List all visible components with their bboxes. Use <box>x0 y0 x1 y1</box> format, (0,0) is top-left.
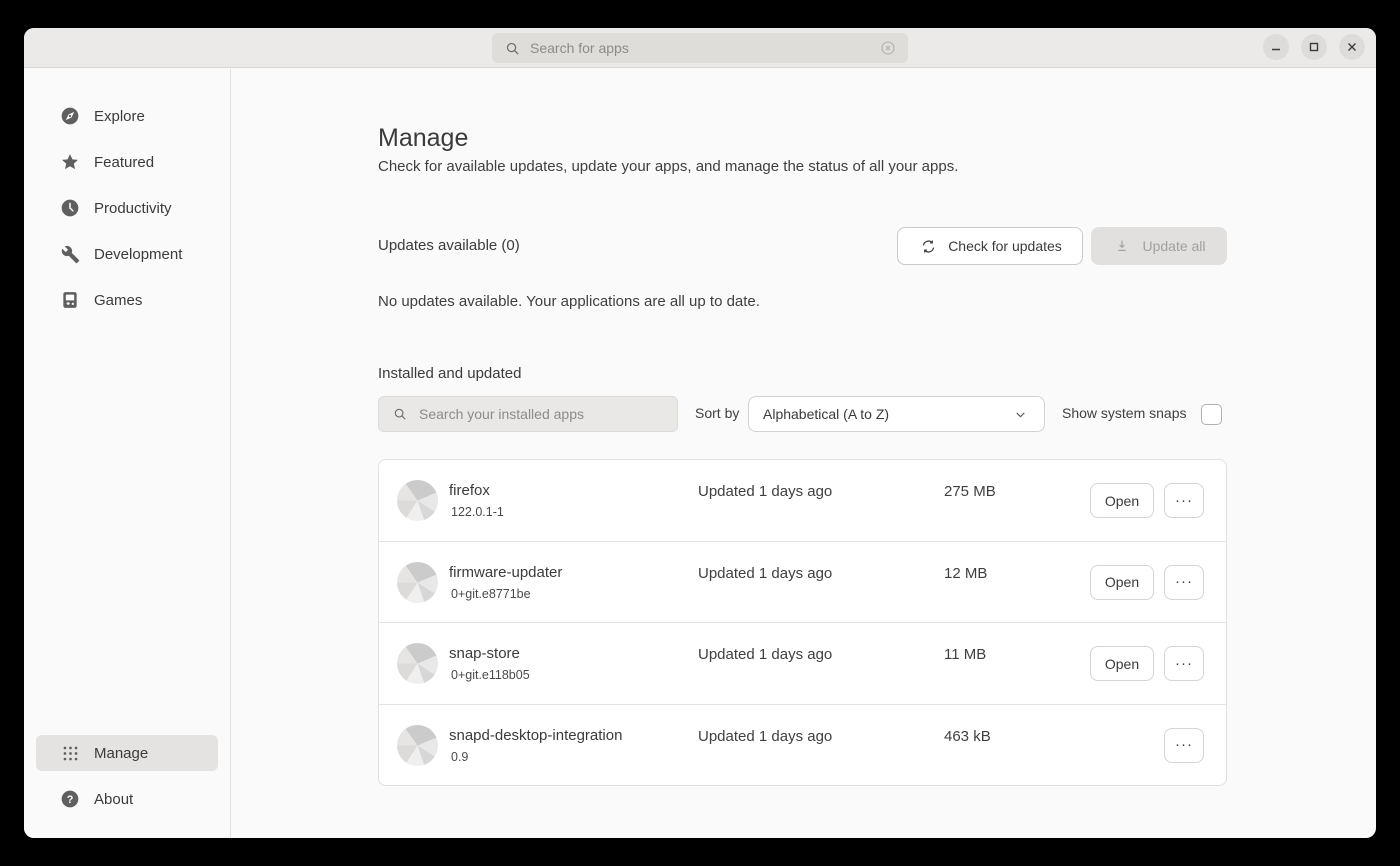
sidebar-item-label: Productivity <box>94 200 172 217</box>
app-version: 0+git.e8771be <box>451 587 531 601</box>
sort-dropdown-value: Alphabetical (A to Z) <box>763 406 1010 422</box>
wrench-icon <box>60 244 80 264</box>
app-updated-text: Updated 1 days ago <box>698 646 832 663</box>
app-version: 122.0.1-1 <box>451 505 504 519</box>
sidebar-item-label: About <box>94 791 133 808</box>
open-button[interactable]: Open <box>1090 483 1154 518</box>
app-placeholder-icon <box>397 643 438 684</box>
sidebar-item-productivity[interactable]: Productivity <box>24 185 230 231</box>
search-icon <box>390 404 410 424</box>
app-updated-text: Updated 1 days ago <box>698 728 832 745</box>
more-options-button[interactable]: ··· <box>1164 565 1204 600</box>
show-system-snaps-checkbox[interactable] <box>1201 404 1222 425</box>
grid-dots-icon <box>60 743 80 763</box>
window-controls <box>1263 34 1365 60</box>
star-icon <box>60 152 80 172</box>
app-version: 0.9 <box>451 750 468 764</box>
sort-dropdown[interactable]: Alphabetical (A to Z) <box>748 396 1045 432</box>
installed-controls: Search your installed apps Sort by Alpha… <box>378 396 1227 432</box>
download-icon <box>1112 236 1132 256</box>
app-list-row[interactable]: firmware-updater 0+git.e8771be Updated 1… <box>379 542 1226 624</box>
sidebar-item-label: Manage <box>94 745 148 762</box>
installed-apps-list: firefox 122.0.1-1 Updated 1 days ago 275… <box>378 459 1227 786</box>
svg-text:?: ? <box>67 794 74 806</box>
app-placeholder-icon <box>397 480 438 521</box>
sidebar-item-explore[interactable]: Explore <box>24 93 230 139</box>
update-all-button[interactable]: Update all <box>1091 227 1227 265</box>
compass-icon <box>60 106 80 126</box>
app-search-input[interactable]: Search for apps <box>492 33 908 63</box>
app-name: firmware-updater <box>449 564 562 581</box>
sidebar-bottom: Manage ? About <box>24 735 230 838</box>
chevron-down-icon <box>1010 404 1030 424</box>
search-icon <box>502 38 522 58</box>
app-updated-text: Updated 1 days ago <box>698 483 832 500</box>
sidebar-item-label: Explore <box>94 108 145 125</box>
page-subtitle: Check for available updates, update your… <box>378 158 958 175</box>
sidebar-item-manage[interactable]: Manage <box>36 735 218 771</box>
refresh-icon <box>918 236 938 256</box>
app-list-row[interactable]: snapd-desktop-integration 0.9 Updated 1 … <box>379 705 1226 786</box>
installed-heading: Installed and updated <box>378 365 521 382</box>
app-list-row[interactable]: snap-store 0+git.e118b05 Updated 1 days … <box>379 623 1226 705</box>
sidebar-item-label: Featured <box>94 154 154 171</box>
check-for-updates-label: Check for updates <box>948 238 1062 254</box>
app-placeholder-icon <box>397 562 438 603</box>
sidebar: Explore Featured Productivity Developmen… <box>24 69 231 838</box>
titlebar: Search for apps <box>24 28 1376 68</box>
app-placeholder-icon <box>397 725 438 766</box>
maximize-button[interactable] <box>1301 34 1327 60</box>
minimize-button[interactable] <box>1263 34 1289 60</box>
clock-icon <box>60 198 80 218</box>
app-name: snapd-desktop-integration <box>449 727 622 744</box>
app-search-placeholder: Search for apps <box>530 40 870 56</box>
app-version: 0+git.e118b05 <box>451 668 530 682</box>
app-window: Search for apps Explore Featured <box>24 28 1376 838</box>
no-updates-message: No updates available. Your applications … <box>378 293 760 310</box>
more-options-button[interactable]: ··· <box>1164 728 1204 763</box>
app-name: firefox <box>449 482 490 499</box>
app-name: snap-store <box>449 645 520 662</box>
installed-search-placeholder: Search your installed apps <box>419 406 584 422</box>
question-icon: ? <box>60 789 80 809</box>
app-list-row[interactable]: firefox 122.0.1-1 Updated 1 days ago 275… <box>379 460 1226 542</box>
check-for-updates-button[interactable]: Check for updates <box>897 227 1083 265</box>
more-options-button[interactable]: ··· <box>1164 646 1204 681</box>
sidebar-item-label: Games <box>94 292 142 309</box>
sidebar-item-games[interactable]: Games <box>24 277 230 323</box>
app-size: 275 MB <box>944 483 996 500</box>
sort-by-label: Sort by <box>695 405 739 421</box>
sidebar-item-about[interactable]: ? About <box>36 781 218 817</box>
open-button[interactable]: Open <box>1090 565 1154 600</box>
open-button[interactable]: Open <box>1090 646 1154 681</box>
app-updated-text: Updated 1 days ago <box>698 565 832 582</box>
app-size: 12 MB <box>944 565 987 582</box>
updates-section-header: Updates available (0) Check for updates <box>378 227 1227 265</box>
gamepad-icon <box>60 290 80 310</box>
installed-search-input[interactable]: Search your installed apps <box>378 396 678 432</box>
sidebar-categories: Explore Featured Productivity Developmen… <box>24 69 230 735</box>
update-all-label: Update all <box>1142 238 1205 254</box>
close-button[interactable] <box>1339 34 1365 60</box>
sidebar-item-featured[interactable]: Featured <box>24 139 230 185</box>
page-title: Manage <box>378 124 468 153</box>
app-size: 463 kB <box>944 728 991 745</box>
sidebar-item-development[interactable]: Development <box>24 231 230 277</box>
updates-available-heading: Updates available (0) <box>378 237 520 254</box>
show-system-snaps-label: Show system snaps <box>1062 405 1187 421</box>
app-size: 11 MB <box>944 646 986 663</box>
clear-search-icon[interactable] <box>878 38 898 58</box>
more-options-button[interactable]: ··· <box>1164 483 1204 518</box>
sidebar-item-label: Development <box>94 246 182 263</box>
